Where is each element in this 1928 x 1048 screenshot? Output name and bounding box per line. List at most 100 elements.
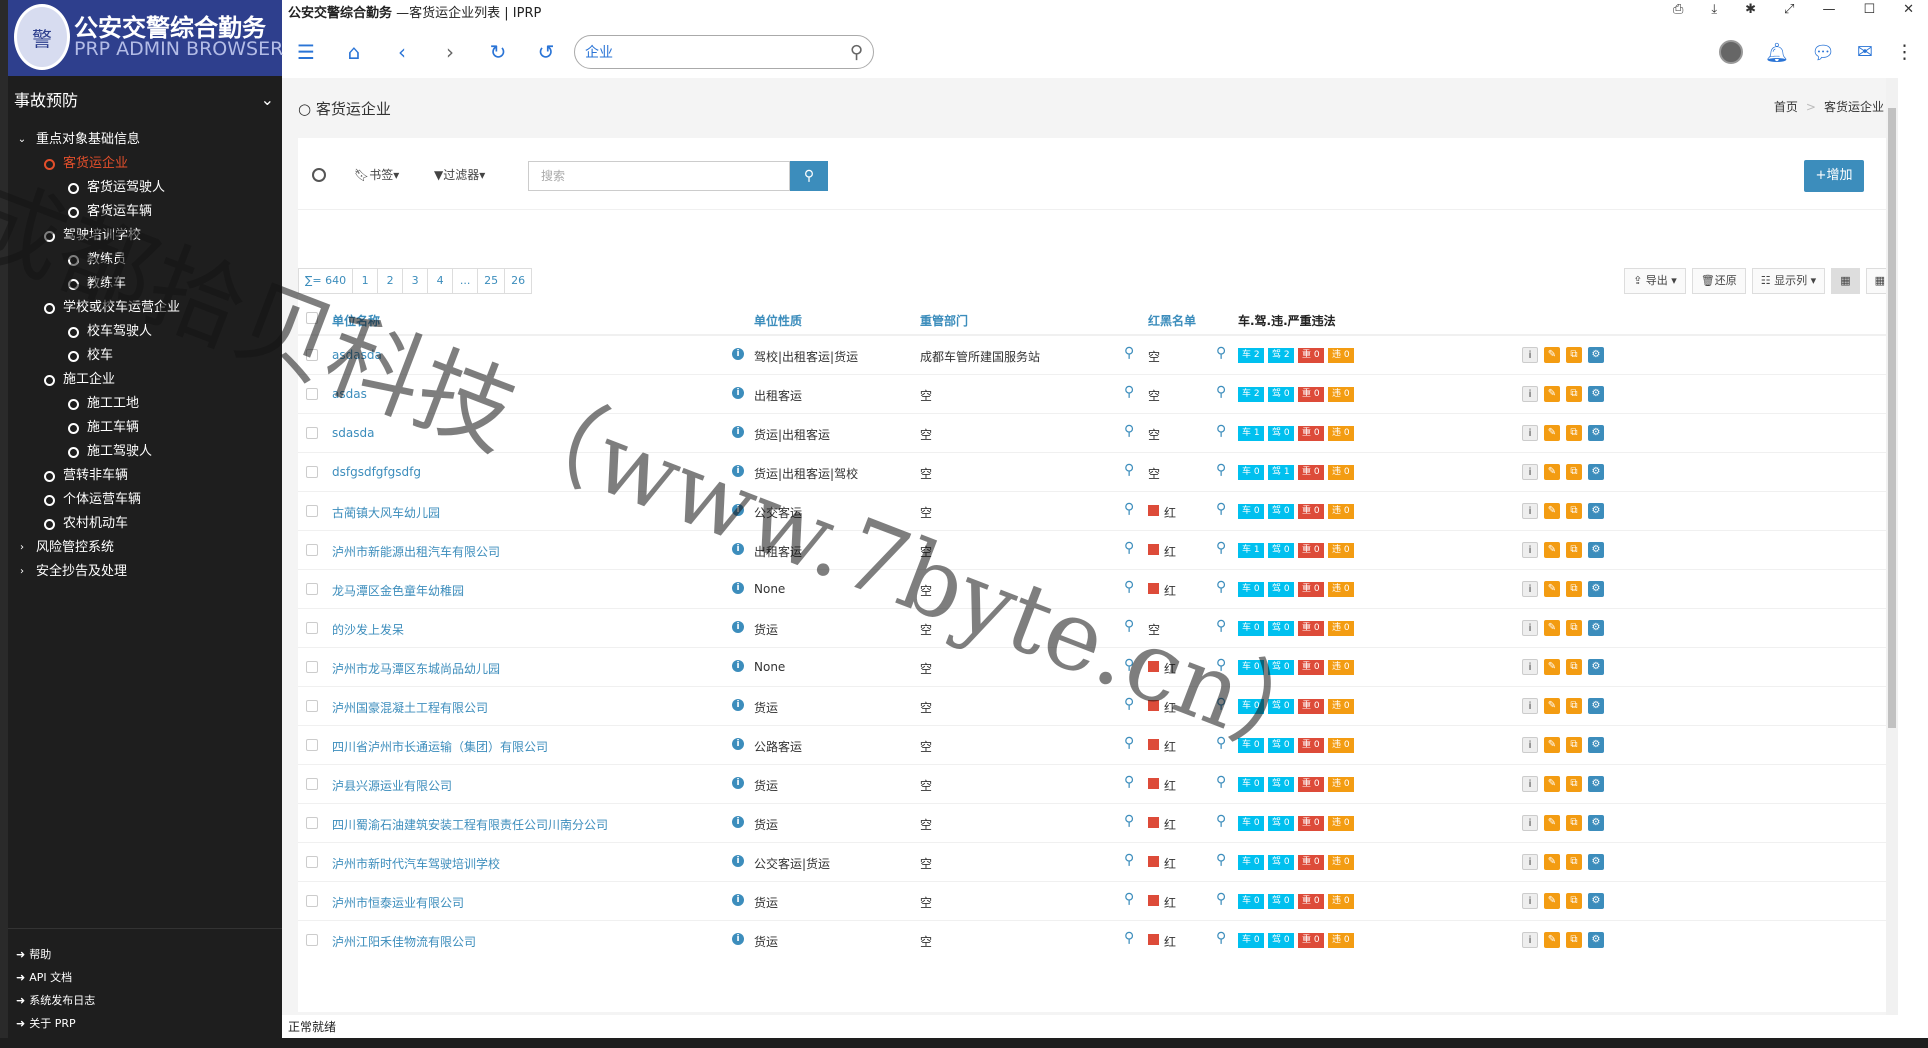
info-icon[interactable]: i <box>732 621 744 633</box>
violation-count-badge[interactable]: 重 0 <box>1298 816 1324 831</box>
sidebar-item[interactable]: › 安全抄告及处理 <box>8 560 282 584</box>
violation-count-badge[interactable]: 重 0 <box>1298 738 1324 753</box>
settings-icon[interactable]: ⚙ <box>1588 542 1604 558</box>
car-count-badge[interactable]: 车 0 <box>1238 660 1264 675</box>
car-count-badge[interactable]: 车 1 <box>1238 543 1264 558</box>
sidebar-item[interactable]: 校车驾驶人 <box>8 320 282 344</box>
breadcrumb-home[interactable]: 首页 <box>1774 100 1798 114</box>
info-icon[interactable]: i <box>732 933 744 945</box>
info-icon[interactable]: i <box>732 543 744 555</box>
forward-icon[interactable]: › <box>426 40 474 64</box>
edit-icon[interactable]: ✎ <box>1544 854 1560 870</box>
car-count-badge[interactable]: 车 0 <box>1238 465 1264 480</box>
settings-icon[interactable]: ⚙ <box>1588 620 1604 636</box>
about-link[interactable]: ➜ 关于 PRP <box>8 1012 282 1035</box>
search-icon[interactable]: ⚲ <box>1124 813 1134 829</box>
avatar[interactable] <box>1718 40 1743 64</box>
row-checkbox[interactable] <box>306 388 318 400</box>
company-name-link[interactable]: 泸州市新能源出租汽车有限公司 <box>332 543 500 560</box>
info-icon[interactable]: i <box>732 855 744 867</box>
row-checkbox[interactable] <box>306 856 318 868</box>
view-icon[interactable]: i <box>1522 347 1538 363</box>
settings-icon[interactable]: ⚙ <box>1588 776 1604 792</box>
driver-count-badge[interactable]: 驾 0 <box>1268 699 1294 714</box>
download-icon[interactable]: ⤓ <box>1711 2 1717 17</box>
sidebar-item[interactable]: 客货运车辆 <box>8 200 282 224</box>
serious-violation-badge[interactable]: 违 0 <box>1328 699 1354 714</box>
edit-icon[interactable]: ✎ <box>1544 932 1560 948</box>
search-icon[interactable]: ⚲ <box>790 161 828 191</box>
violation-count-badge[interactable]: 重 0 <box>1298 426 1324 441</box>
row-checkbox[interactable] <box>306 544 318 556</box>
copy-icon[interactable]: ⧉ <box>1566 932 1582 948</box>
filter-button[interactable]: ▼过滤器▾ <box>434 166 485 183</box>
view-icon[interactable]: i <box>1522 620 1538 636</box>
serious-violation-badge[interactable]: 违 0 <box>1328 621 1354 636</box>
sidebar-item[interactable]: 营转非车辆 <box>8 464 282 488</box>
search-icon[interactable]: ⚲ <box>1124 462 1134 478</box>
search-input[interactable] <box>585 44 825 60</box>
view-icon[interactable]: i <box>1522 659 1538 675</box>
sidebar-item[interactable]: 施工工地 <box>8 392 282 416</box>
serious-violation-badge[interactable]: 违 0 <box>1328 933 1354 948</box>
settings-icon[interactable]: ⚙ <box>1588 659 1604 675</box>
search-icon[interactable]: ⚲ <box>1216 891 1226 907</box>
bookmark-button[interactable]: 🔖︎书签▾ <box>354 166 399 183</box>
view-icon[interactable]: i <box>1522 542 1538 558</box>
violation-count-badge[interactable]: 重 0 <box>1298 894 1324 909</box>
driver-count-badge[interactable]: 驾 0 <box>1268 543 1294 558</box>
serious-violation-badge[interactable]: 违 0 <box>1328 660 1354 675</box>
view-icon[interactable]: i <box>1522 386 1538 402</box>
bug-icon[interactable]: ✱ <box>1745 2 1756 17</box>
list-view-icon[interactable]: ▦ <box>1831 268 1860 294</box>
search-icon[interactable]: ⚲ <box>1216 501 1226 517</box>
mail-icon[interactable]: ✉ <box>1857 41 1873 63</box>
serious-violation-badge[interactable]: 违 0 <box>1328 738 1354 753</box>
copy-icon[interactable]: ⧉ <box>1566 425 1582 441</box>
edit-icon[interactable]: ✎ <box>1544 659 1560 675</box>
edit-icon[interactable]: ✎ <box>1544 698 1560 714</box>
settings-icon[interactable]: ⚙ <box>1588 893 1604 909</box>
edit-icon[interactable]: ✎ <box>1544 815 1560 831</box>
car-count-badge[interactable]: 车 0 <box>1238 816 1264 831</box>
page-4[interactable]: 4 <box>427 268 454 294</box>
search-icon[interactable]: ⚲ <box>1124 852 1134 868</box>
company-name-link[interactable]: 的沙发上发呆 <box>332 621 404 638</box>
print-icon[interactable]: ⎙ <box>1673 2 1683 17</box>
col-name[interactable]: 单位名称 <box>332 312 380 329</box>
car-count-badge[interactable]: 车 0 <box>1238 582 1264 597</box>
edit-icon[interactable]: ✎ <box>1544 581 1560 597</box>
filter-search-input[interactable]: 搜索 <box>528 161 790 191</box>
search-icon[interactable]: ⚲ <box>1216 618 1226 634</box>
search-icon[interactable]: ⚲ <box>1216 345 1226 361</box>
info-icon[interactable]: i <box>732 348 744 360</box>
edit-icon[interactable]: ✎ <box>1544 425 1560 441</box>
info-icon[interactable]: i <box>732 426 744 438</box>
serious-violation-badge[interactable]: 违 0 <box>1328 543 1354 558</box>
search-icon[interactable]: ⚲ <box>1124 501 1134 517</box>
expand-icon[interactable]: ⤢ <box>1784 2 1794 17</box>
col-nature[interactable]: 单位性质 <box>754 312 802 329</box>
col-redblack[interactable]: 红黑名单 <box>1148 312 1196 329</box>
search-icon[interactable]: ⚲ <box>1216 423 1226 439</box>
row-checkbox[interactable] <box>306 934 318 946</box>
serious-violation-badge[interactable]: 违 0 <box>1328 855 1354 870</box>
row-checkbox[interactable] <box>306 700 318 712</box>
more-icon[interactable]: ⋮ <box>1895 41 1914 63</box>
row-checkbox[interactable] <box>306 466 318 478</box>
search-icon[interactable]: ⚲ <box>1216 657 1226 673</box>
search-icon[interactable]: ⚲ <box>1124 891 1134 907</box>
minimize-icon[interactable]: — <box>1822 2 1835 17</box>
company-name-link[interactable]: 泸州市龙马潭区东城尚品幼儿园 <box>332 660 500 677</box>
violation-count-badge[interactable]: 重 0 <box>1298 582 1324 597</box>
row-checkbox[interactable] <box>306 427 318 439</box>
search-icon[interactable]: ⚲ <box>1216 930 1226 946</box>
car-count-badge[interactable]: 车 0 <box>1238 699 1264 714</box>
copy-icon[interactable]: ⧉ <box>1566 893 1582 909</box>
driver-count-badge[interactable]: 驾 0 <box>1268 738 1294 753</box>
driver-count-badge[interactable]: 驾 0 <box>1268 777 1294 792</box>
driver-count-badge[interactable]: 驾 0 <box>1268 387 1294 402</box>
info-icon[interactable]: i <box>732 387 744 399</box>
edit-icon[interactable]: ✎ <box>1544 776 1560 792</box>
edit-icon[interactable]: ✎ <box>1544 620 1560 636</box>
